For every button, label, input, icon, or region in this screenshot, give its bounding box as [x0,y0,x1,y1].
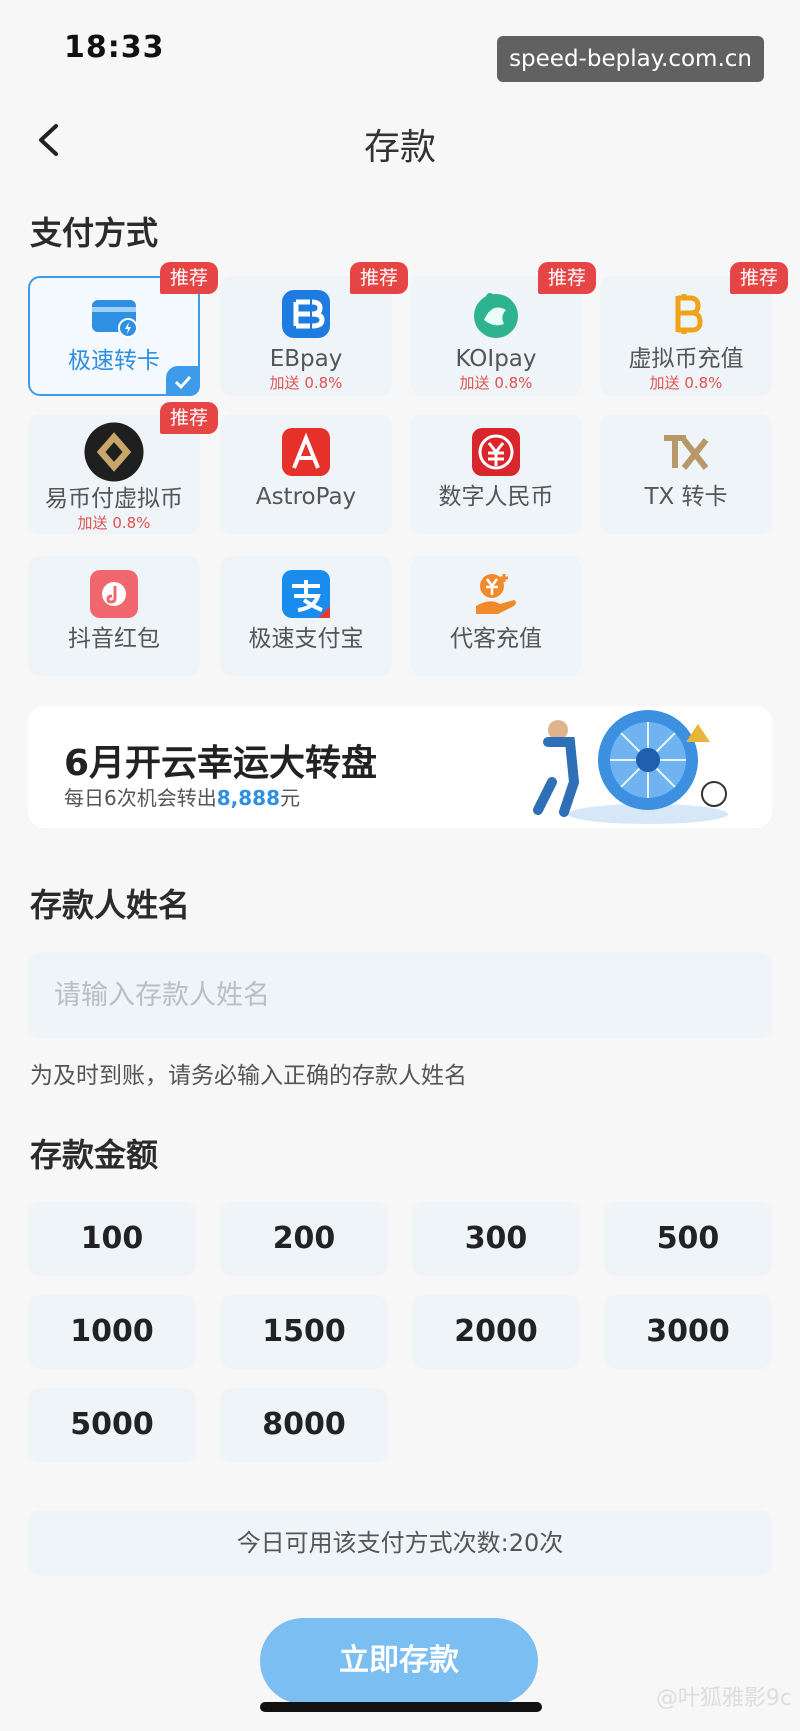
page-title: 存款 [363,127,436,168]
amount-option[interactable]: 300 [412,1202,580,1276]
recommend-badge: 推荐 [160,402,218,434]
amount-option[interactable]: 5000 [28,1388,196,1462]
bonus-text: 加送 0.8% [77,514,151,532]
prize-wheel-illustration [533,710,728,824]
payment-option-label: KOIpay [455,346,537,372]
amount-option[interactable]: 3000 [604,1295,772,1369]
agent-recharge-icon [476,574,516,614]
recommend-badge: 推荐 [730,262,788,294]
payment-option-koipay[interactable]: KOIpay 加送 0.8% [410,276,582,396]
payment-option-label: 易币付虚拟币 [45,486,183,512]
depositor-name-input[interactable] [28,952,772,1038]
amount-option[interactable]: 8000 [220,1388,388,1462]
payment-option-label: 代客充值 [450,626,542,652]
banner-title: 6月开云幸运大转盘 [64,743,378,784]
recommend-badge: 推荐 [160,262,218,294]
payment-section-title: 支付方式 [30,214,159,252]
deposit-submit-button[interactable]: 立即存款 [260,1618,538,1704]
amount-option[interactable]: 200 [220,1202,388,1276]
footer-watermark: @叶狐雅影9c [655,1686,792,1711]
douyin-redpacket-icon [90,570,138,618]
payment-option-tx[interactable]: TX 转卡 [600,414,772,534]
name-hint: 为及时到账，请务必输入正确的存款人姓名 [30,1063,467,1089]
name-section-title: 存款人姓名 [30,886,191,924]
payment-option-agent[interactable]: 代客充值 [410,556,582,676]
watermark-overlay: speed-beplay.com.cn [497,36,764,82]
recommend-badge: 推荐 [538,262,596,294]
back-button[interactable] [28,118,72,162]
banner-amount: 8,888 [216,786,280,810]
payment-option-ebpay[interactable]: EBpay 加送 0.8% [220,276,392,396]
payment-option-astropay[interactable]: AstroPay [220,414,392,534]
banner-subtitle: 每日6次机会转出8,888元 [64,782,300,811]
digital-rmb-icon [472,428,520,476]
bonus-text: 加送 0.8% [269,374,343,392]
tx-icon [664,435,709,470]
payment-option-douyin[interactable]: 抖音红包 [28,556,200,676]
usage-quota-notice: 今日可用该支付方式次数:20次 [28,1510,772,1576]
bonus-text: 加送 0.8% [459,374,533,392]
payment-option-digital-rmb[interactable]: 数字人民币 [410,414,582,534]
payment-option-label: 抖音红包 [68,626,160,652]
payment-option-label: 虚拟币充值 [628,346,744,372]
payment-option-label: 极速支付宝 [248,626,364,652]
amount-option[interactable]: 2000 [412,1295,580,1369]
payment-option-fast-card[interactable]: 极速转卡 [28,276,200,396]
amount-option[interactable]: 100 [28,1202,196,1276]
payment-option-label: AstroPay [255,484,357,510]
amount-option[interactable]: 500 [604,1202,772,1276]
ebpay-icon [282,290,330,338]
payment-option-label: 极速转卡 [68,348,160,374]
payment-option-label: EBpay [269,346,343,372]
status-time: 18:33 [64,30,165,65]
banner-unit: 元 [280,786,300,810]
amount-option[interactable]: 1500 [220,1295,388,1369]
checkmark-icon [166,366,200,396]
recommend-badge: 推荐 [350,262,408,294]
bonus-text: 加送 0.8% [649,374,723,392]
amount-section-title: 存款金额 [30,1136,159,1174]
payment-option-label: 数字人民币 [438,484,554,510]
promo-banner[interactable]: 6月开云幸运大转盘 每日6次机会转出8,888元 [28,706,772,828]
home-indicator[interactable] [260,1702,542,1712]
chevron-left-icon [39,124,58,156]
yibifu-icon [84,422,144,482]
payment-option-crypto[interactable]: 虚拟币充值 加送 0.8% [600,276,772,396]
payment-option-alipay[interactable]: 极速支付宝 [220,556,392,676]
banner-subtitle-text: 每日6次机会转出 [64,786,217,810]
card-transfer-icon [92,300,138,338]
astropay-icon [282,428,330,476]
amount-option[interactable]: 1000 [28,1295,196,1369]
koipay-icon [474,293,518,338]
bitcoin-icon [675,294,703,334]
alipay-icon [282,570,330,618]
payment-option-label: TX 转卡 [644,484,728,510]
